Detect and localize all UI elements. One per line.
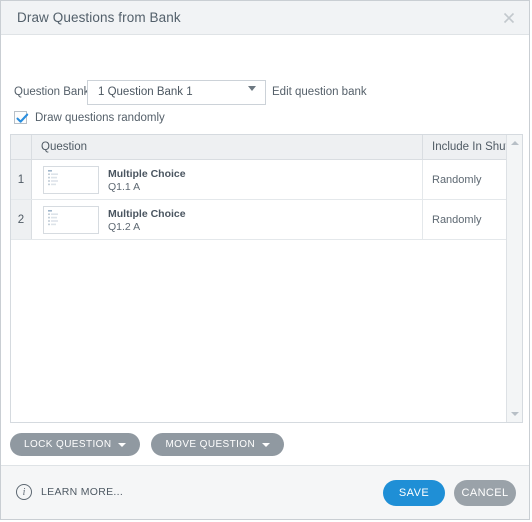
lock-question-button[interactable]: LOCK QUESTION <box>10 433 141 456</box>
learn-more-label: LEARN MORE... <box>41 486 124 498</box>
table-actions: LOCK QUESTION MOVE QUESTION <box>10 433 285 456</box>
questions-table: Question Include In Shuffle 1 Multiple C… <box>10 134 523 423</box>
table-row[interactable]: 1 Multiple Choice Q1.1 A Randomly <box>11 160 506 200</box>
question-bank-value: 1 Question Bank 1 <box>98 86 193 98</box>
chevron-down-icon <box>118 442 127 447</box>
footer-buttons: SAVE CANCEL <box>383 480 516 506</box>
slide-thumbnail-icon <box>43 206 99 234</box>
edit-question-bank-link[interactable]: Edit question bank <box>272 86 367 98</box>
question-bank-select[interactable]: 1 Question Bank 1 <box>87 80 266 108</box>
scroll-down-icon[interactable] <box>507 406 522 422</box>
draw-questions-dialog: Draw Questions from Bank Question Bank: … <box>0 0 530 520</box>
form-section: Question Bank: 1 Question Bank 1 Edit qu… <box>1 35 529 161</box>
question-name: Q1.2 A <box>108 221 141 233</box>
question-bank-label: Question Bank: <box>14 86 93 98</box>
chevron-down-icon <box>248 86 256 109</box>
learn-more-link[interactable]: i LEARN MORE... <box>16 484 123 500</box>
row-number: 2 <box>11 200 32 239</box>
dialog-footer: i LEARN MORE... SAVE CANCEL <box>1 465 529 519</box>
move-question-label: MOVE QUESTION <box>165 439 256 450</box>
close-icon[interactable] <box>500 9 518 27</box>
column-header-question: Question <box>41 141 88 153</box>
question-type: Multiple Choice <box>108 168 186 180</box>
scroll-up-icon[interactable] <box>507 135 522 151</box>
table-body: 1 Multiple Choice Q1.1 A Randomly 2 Mult… <box>11 160 506 422</box>
info-icon: i <box>16 484 32 500</box>
column-header-number <box>11 135 32 159</box>
dialog-title: Draw Questions from Bank <box>17 10 181 25</box>
include-in-shuffle-value: Randomly <box>432 173 482 186</box>
question-type: Multiple Choice <box>108 208 186 220</box>
include-in-shuffle-cell[interactable]: Randomly <box>422 200 506 239</box>
table-row[interactable]: 2 Multiple Choice Q1.2 A Randomly <box>11 200 506 240</box>
move-question-button[interactable]: MOVE QUESTION <box>151 433 285 456</box>
lock-question-label: LOCK QUESTION <box>24 439 112 450</box>
row-number: 1 <box>11 160 32 199</box>
slide-thumbnail-icon <box>43 166 99 194</box>
draw-randomly-checkbox[interactable] <box>14 111 29 124</box>
question-name: Q1.1 A <box>108 181 141 193</box>
dialog-titlebar: Draw Questions from Bank <box>1 1 529 35</box>
column-header-include-in-shuffle: Include In Shuffle <box>422 135 521 159</box>
include-in-shuffle-cell[interactable]: Randomly <box>422 160 506 199</box>
table-header: Question Include In Shuffle <box>11 135 522 160</box>
draw-randomly-label: Draw questions randomly <box>35 111 165 124</box>
table-vertical-scrollbar[interactable] <box>506 135 522 422</box>
draw-randomly-checkbox-row[interactable]: Draw questions randomly <box>14 111 165 124</box>
include-in-shuffle-value: Randomly <box>432 213 482 226</box>
cancel-button[interactable]: CANCEL <box>454 480 516 506</box>
chevron-down-icon <box>262 442 271 447</box>
save-button[interactable]: SAVE <box>383 480 445 506</box>
